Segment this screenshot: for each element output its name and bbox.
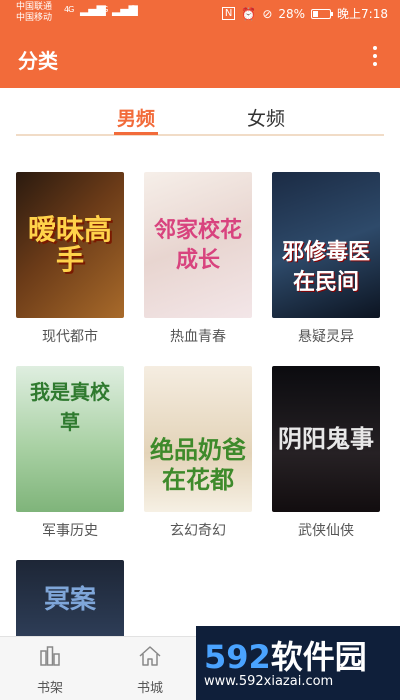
dnd-icon: ⊘ — [262, 6, 273, 21]
cover-title: 邻家校花成长 — [153, 217, 242, 273]
watermark: 592软件园 www.592xiazai.com — [196, 626, 400, 700]
cover-title: 冥案 — [43, 585, 96, 615]
nav-label: 书架 — [36, 681, 63, 696]
nav-bookshelf[interactable]: 书架 — [20, 645, 80, 696]
cover-title: 阴阳鬼事 — [278, 424, 374, 453]
clock: 晚上7:18 — [337, 7, 388, 21]
battery-icon — [311, 8, 334, 19]
home-icon — [139, 646, 161, 666]
nav-label: 书城 — [136, 681, 163, 696]
more-vert-icon[interactable] — [370, 46, 380, 68]
cover-title: 绝品奶爸在花都 — [150, 435, 246, 495]
book-cover[interactable]: 暧昧高手 — [16, 172, 124, 318]
category-item-wuxia[interactable]: 阴阳鬼事 武侠仙侠 — [272, 366, 380, 540]
alarm-icon: ⏰ — [241, 6, 257, 21]
category-item-modern-city[interactable]: 暧昧高手 现代都市 — [16, 172, 124, 346]
category-item-fantasy[interactable]: 绝品奶爸在花都 玄幻奇幻 — [144, 366, 252, 540]
tab-indicator — [114, 132, 158, 135]
category-label: 现代都市 — [42, 329, 98, 345]
carrier-1: 中国联通 — [16, 2, 53, 12]
tab-female[interactable]: 女频 — [226, 104, 306, 134]
book-cover[interactable]: 绝品奶爸在花都 — [144, 366, 252, 512]
watermark-logo: 592软件园 — [204, 638, 367, 676]
category-tabs: 男频 女频 — [16, 104, 384, 136]
category-label: 热血青春 — [170, 329, 226, 345]
book-cover[interactable]: 邻家校花成长 — [144, 172, 252, 318]
watermark-url: www.592xiazai.com — [204, 674, 334, 689]
bookshelf-icon — [40, 646, 60, 666]
cover-title: 暧昧高手 — [27, 213, 112, 276]
carrier-info: 中国联通 中国移动 — [16, 2, 52, 24]
signal-2-icon: 2G — [98, 5, 108, 14]
book-cover[interactable]: 邪修毒医在民间 — [272, 172, 380, 318]
status-right: N ⏰ ⊘ 28% 晚上7:18 — [221, 5, 388, 22]
app-bar: 分类 — [0, 26, 400, 88]
category-label: 军事历史 — [42, 523, 98, 539]
book-cover[interactable]: 阴阳鬼事 — [272, 366, 380, 512]
category-item-partial[interactable]: 冥案 — [16, 560, 124, 640]
category-label: 玄幻奇幻 — [170, 523, 226, 539]
cover-title: 我是真校草 — [30, 379, 110, 434]
carrier-2: 中国移动 — [16, 13, 53, 23]
status-bar: 中国联通 中国移动 4G ▂▄▆ 2G ▂▄▆ ◠ N ⏰ ⊘ 28% 晚上7:… — [0, 0, 400, 26]
category-item-youth[interactable]: 邻家校花成长 热血青春 — [144, 172, 252, 346]
wifi-icon: ◠ — [128, 2, 139, 16]
category-label: 悬疑灵异 — [298, 329, 354, 345]
tab-male[interactable]: 男频 — [96, 104, 176, 134]
category-item-military[interactable]: 我是真校草 军事历史 — [16, 366, 124, 540]
category-label: 武侠仙侠 — [298, 523, 354, 539]
cover-title: 邪修毒医在民间 — [281, 238, 370, 295]
book-cover[interactable]: 我是真校草 — [16, 366, 124, 512]
nfc-icon: N — [221, 7, 236, 20]
signal-1-icon: 4G — [64, 5, 74, 14]
book-cover[interactable]: 冥案 — [16, 560, 124, 640]
category-item-suspense[interactable]: 邪修毒医在民间 悬疑灵异 — [272, 172, 380, 346]
nav-bookstore[interactable]: 书城 — [120, 645, 180, 696]
page-title: 分类 — [18, 49, 58, 73]
battery-percent: 28% — [278, 6, 306, 21]
